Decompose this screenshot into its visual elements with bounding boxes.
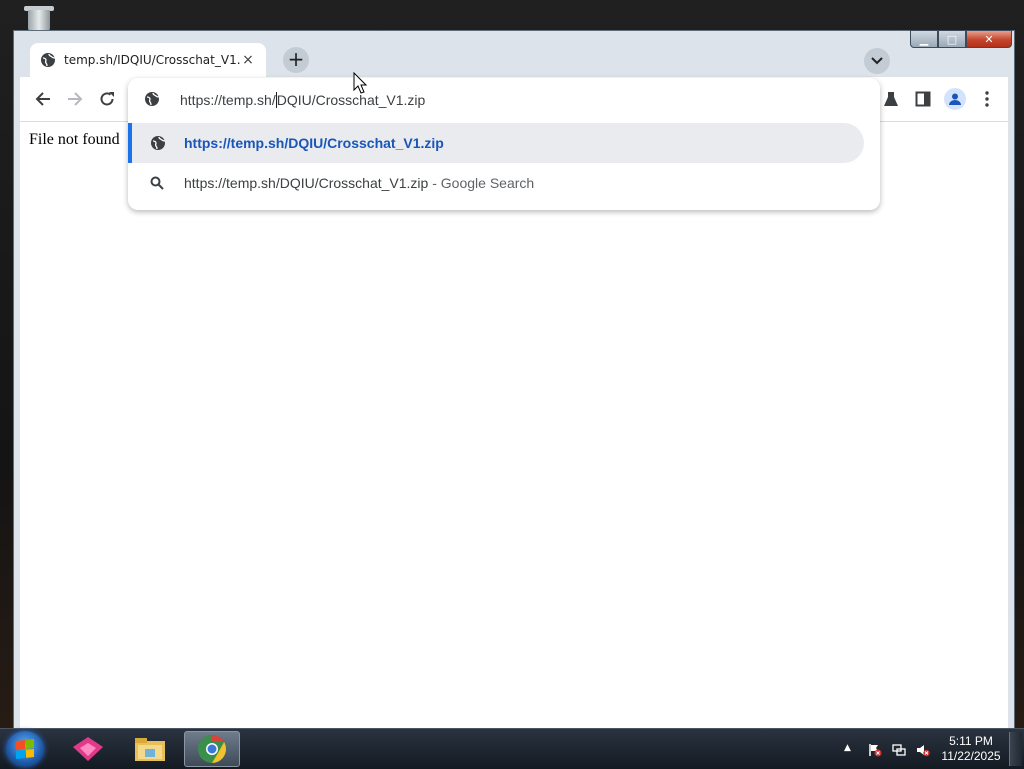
taskbar-app-pinned-1[interactable] (60, 731, 116, 767)
globe-icon (40, 52, 56, 68)
globe-icon (150, 135, 166, 155)
network-icon[interactable] (892, 742, 906, 756)
reload-icon[interactable] (96, 88, 118, 110)
back-arrow-icon[interactable] (32, 88, 54, 110)
recycle-bin-icon[interactable] (20, 4, 58, 32)
show-desktop-button[interactable] (1009, 732, 1022, 766)
forward-arrow-icon[interactable] (64, 88, 86, 110)
pink-app-icon (73, 737, 103, 761)
windows-logo-icon (16, 739, 34, 759)
chrome-icon (198, 735, 226, 763)
suggestion-search[interactable]: https://temp.sh/DQIU/Crosschat_V1.zip - … (128, 163, 864, 203)
tab-active[interactable]: temp.sh/IDQIU/Crosschat_V1.zip × (30, 43, 266, 77)
tab-strip: temp.sh/IDQIU/Crosschat_V1.zip × + (20, 37, 1008, 77)
omnibox-dropdown: https://temp.sh/DQIU/Crosschat_V1.zip ht… (128, 78, 880, 210)
tab-title: temp.sh/IDQIU/Crosschat_V1.zip (64, 53, 240, 67)
volume-muted-icon[interactable] (916, 742, 930, 757)
address-input[interactable]: https://temp.sh/DQIU/Crosschat_V1.zip (180, 92, 425, 108)
page-content: File not found (20, 122, 1008, 729)
page-message: File not found (29, 131, 120, 148)
labs-flask-icon[interactable] (880, 88, 902, 110)
menu-dots-icon[interactable] (976, 88, 998, 110)
globe-icon (144, 91, 160, 111)
tab-search-chevron-icon[interactable] (864, 48, 890, 74)
taskbar-clock[interactable]: 5:11 PM 11/22/2025 (940, 734, 1002, 764)
start-button[interactable] (6, 731, 44, 767)
clock-date: 11/22/2025 (941, 749, 1001, 763)
browser-window: ▁ □ ✕ temp.sh/IDQIU/Crosschat_V1.zip × + (13, 30, 1015, 730)
suggestion-url[interactable]: https://temp.sh/DQIU/Crosschat_V1.zip (128, 123, 864, 163)
new-tab-button[interactable]: + (283, 47, 309, 73)
side-panel-icon[interactable] (912, 88, 934, 110)
tab-close-icon[interactable]: × (240, 52, 256, 68)
taskbar-chrome[interactable] (184, 731, 240, 767)
suggestion-search-text: https://temp.sh/DQIU/Crosschat_V1.zip - … (184, 175, 535, 191)
clock-time: 5:11 PM (949, 734, 993, 748)
search-icon (150, 175, 164, 194)
taskbar: ▲ 5:11 PM 11/22/2025 (0, 728, 1024, 769)
folder-icon (135, 738, 165, 761)
suggestion-url-text: https://temp.sh/DQIU/Crosschat_V1.zip (184, 135, 444, 151)
address-bar[interactable]: https://temp.sh/DQIU/Crosschat_V1.zip (128, 78, 880, 122)
action-center-flag-icon[interactable] (868, 742, 882, 757)
profile-icon[interactable] (944, 88, 966, 110)
mouse-cursor-icon (353, 72, 367, 94)
tray-overflow-icon[interactable]: ▲ (844, 743, 858, 757)
taskbar-explorer[interactable] (122, 731, 178, 767)
